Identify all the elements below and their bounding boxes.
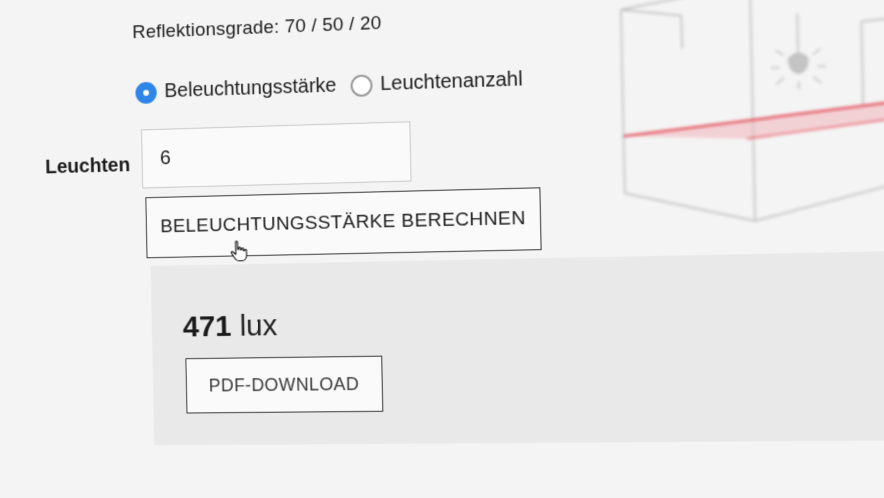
hand-pointer-icon xyxy=(230,240,248,262)
result-unit: lux xyxy=(239,309,277,342)
radio-label-illuminance: Beleuchtungsstärke xyxy=(164,75,336,104)
room-lamp-illustration xyxy=(598,0,884,235)
calculator-panel: Reflektionsgrade: 70 / 50 / 20 Beleuchtu… xyxy=(6,0,884,498)
calculate-illuminance-button[interactable]: BELEUCHTUNGSSTÄRKE BERECHNEN xyxy=(145,187,541,258)
radio-option-luminaire-count[interactable]: Leuchtenanzahl xyxy=(350,68,523,97)
pdf-download-button[interactable]: PDF-DOWNLOAD xyxy=(185,356,383,414)
result-panel xyxy=(151,251,884,446)
calculation-mode-group: Beleuchtungsstärke Leuchtenanzahl xyxy=(135,68,523,104)
luminaires-label: Leuchten xyxy=(45,154,130,179)
radio-label-luminaire-count: Leuchtenanzahl xyxy=(380,68,523,96)
luminaires-input[interactable] xyxy=(141,121,411,188)
reflection-degrees-text: Reflektionsgrade: 70 / 50 / 20 xyxy=(132,13,382,44)
result-value: 471 xyxy=(182,310,231,343)
result-display: 471 lux xyxy=(182,309,277,344)
radio-option-illuminance[interactable]: Beleuchtungsstärke xyxy=(135,75,336,104)
radio-selected-icon[interactable] xyxy=(135,81,157,103)
radio-unselected-icon[interactable] xyxy=(350,74,372,97)
